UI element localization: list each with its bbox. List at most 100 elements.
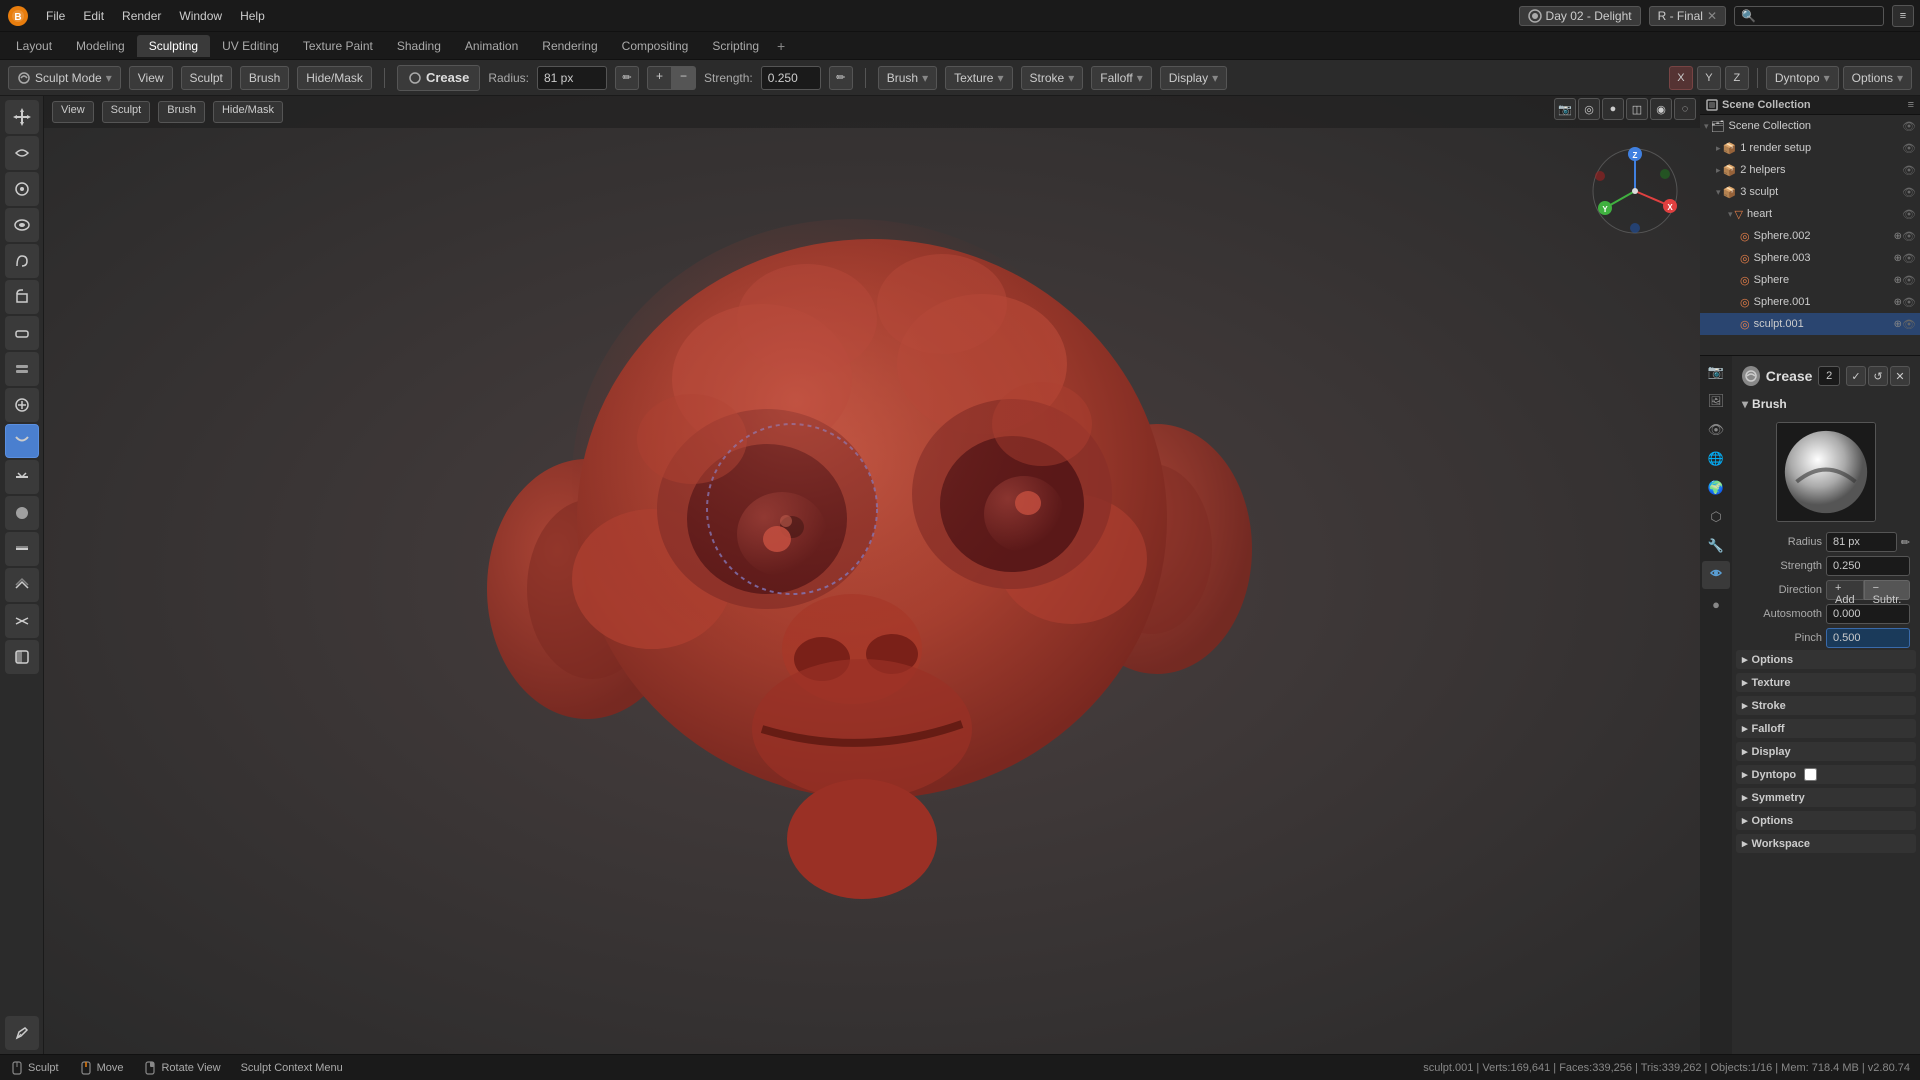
- tool-grab[interactable]: [5, 172, 39, 206]
- tool-thumb[interactable]: [5, 280, 39, 314]
- tool-scrape[interactable]: [5, 532, 39, 566]
- options-btn[interactable]: Options▾: [1843, 66, 1912, 90]
- outliner-row-heart[interactable]: ▾ ▽ heart 👁: [1700, 203, 1920, 225]
- radius-input[interactable]: [537, 66, 607, 90]
- viewport-camera-ortho-icon[interactable]: 📷: [1554, 98, 1576, 120]
- z-mirror-btn[interactable]: Z: [1725, 66, 1749, 90]
- sculpt-button[interactable]: Sculpt: [181, 66, 232, 90]
- tool-clay[interactable]: [5, 316, 39, 350]
- viewport-hidemask-btn[interactable]: Hide/Mask: [213, 101, 283, 123]
- render-setup-eye-icon[interactable]: 👁: [1902, 142, 1916, 155]
- helpers-eye-icon[interactable]: 👁: [1902, 164, 1916, 177]
- tool-snake-hook[interactable]: [5, 244, 39, 278]
- tool-smooth[interactable]: [5, 136, 39, 170]
- outliner-row-helpers[interactable]: ▸ 📦 2 helpers 👁: [1700, 159, 1920, 181]
- outliner-row-scene[interactable]: ▾ 🗂 Scene Collection 👁: [1700, 115, 1920, 137]
- props-object-tab[interactable]: ⬡: [1702, 503, 1730, 531]
- tab-animation[interactable]: Animation: [453, 35, 530, 57]
- view-button[interactable]: View: [129, 66, 173, 90]
- viewport-render-icon[interactable]: ◎: [1578, 98, 1600, 120]
- falloff-section-header[interactable]: ▸ Falloff: [1736, 719, 1916, 738]
- props-view-tab[interactable]: 👁: [1702, 416, 1730, 444]
- tool-crease[interactable]: [5, 424, 39, 458]
- tool-annotate[interactable]: [5, 1016, 39, 1050]
- tool-pinch[interactable]: [5, 604, 39, 638]
- viewport-solid-icon[interactable]: ◉: [1650, 98, 1672, 120]
- outliner-row-sphere[interactable]: ◎ Sphere ⊕ 👁: [1700, 269, 1920, 291]
- close-icon[interactable]: ✕: [1707, 9, 1717, 23]
- props-world-tab[interactable]: 🌍: [1702, 474, 1730, 502]
- tab-layout[interactable]: Layout: [4, 35, 64, 57]
- dyntopo-section-header[interactable]: ▸ Dyntopo: [1736, 765, 1916, 784]
- add-button[interactable]: +: [647, 66, 672, 90]
- texture-section-header[interactable]: ▸ Texture: [1736, 673, 1916, 692]
- tab-shading[interactable]: Shading: [385, 35, 453, 57]
- tab-uv-editing[interactable]: UV Editing: [210, 35, 291, 57]
- x-mirror-btn[interactable]: X: [1669, 66, 1693, 90]
- outliner-row-sphere003[interactable]: ◎ Sphere.003 ⊕ 👁: [1700, 247, 1920, 269]
- tool-elastic-grab[interactable]: [5, 208, 39, 242]
- sphere003-eye-icon[interactable]: 👁: [1902, 252, 1916, 265]
- direction-add-button[interactable]: + Add: [1826, 580, 1864, 600]
- tool-transform[interactable]: [5, 100, 39, 134]
- filter-icon-btn[interactable]: ≡: [1892, 5, 1914, 27]
- viewport-material-icon[interactable]: ●: [1602, 98, 1624, 120]
- outliner-filter-icon[interactable]: ≡: [1908, 99, 1914, 111]
- radius-prop-value[interactable]: 81 px: [1826, 532, 1897, 552]
- stroke-section-header[interactable]: ▸ Stroke: [1736, 696, 1916, 715]
- autosmooth-value[interactable]: 0.000: [1826, 604, 1910, 624]
- outliner-row-sphere001[interactable]: ◎ Sphere.001 ⊕ 👁: [1700, 291, 1920, 313]
- menu-edit[interactable]: Edit: [75, 7, 112, 25]
- sphere002-eye-icon[interactable]: 👁: [1902, 230, 1916, 243]
- viewport-wireframe-icon[interactable]: ◫: [1626, 98, 1648, 120]
- display-dropdown[interactable]: Display▾: [1160, 66, 1227, 90]
- tool-clay-strips[interactable]: [5, 352, 39, 386]
- tab-compositing[interactable]: Compositing: [610, 35, 701, 57]
- crease-check-btn[interactable]: ✓: [1846, 366, 1866, 386]
- outliner-row-sphere002[interactable]: ◎ Sphere.002 ⊕ 👁: [1700, 225, 1920, 247]
- mode-selector[interactable]: Sculpt Mode ▾: [8, 66, 121, 90]
- sculpt-eye-icon[interactable]: 👁: [1902, 186, 1916, 199]
- search-bar[interactable]: 🔍: [1734, 6, 1884, 26]
- y-mirror-btn[interactable]: Y: [1697, 66, 1721, 90]
- props-data-tab[interactable]: [1702, 561, 1730, 589]
- scene-eye-icon[interactable]: 👁: [1902, 120, 1916, 133]
- menu-help[interactable]: Help: [232, 7, 273, 25]
- radius-edit-icon[interactable]: ✏: [1901, 536, 1910, 549]
- viewport-sculpt-btn[interactable]: Sculpt: [102, 101, 151, 123]
- symmetry-section-header[interactable]: ▸ Symmetry: [1736, 788, 1916, 807]
- menu-window[interactable]: Window: [171, 7, 230, 25]
- tool-mask[interactable]: [5, 640, 39, 674]
- brush-dropdown[interactable]: Brush▾: [878, 66, 937, 90]
- tool-flatten[interactable]: [5, 460, 39, 494]
- strength-input[interactable]: [761, 66, 821, 90]
- stroke-dropdown[interactable]: Stroke▾: [1021, 66, 1084, 90]
- props-scene-tab[interactable]: 🌐: [1702, 445, 1730, 473]
- sculpt001-eye-icon[interactable]: 👁: [1902, 318, 1916, 331]
- brush-button[interactable]: Brush: [240, 66, 289, 90]
- viewport[interactable]: View Sculpt Brush Hide/Mask 📷 ◎ ● ◫ ◉ ◌: [44, 96, 1700, 1054]
- radius-pen-icon[interactable]: ✏: [615, 66, 639, 90]
- outliner-row-sculpt001[interactable]: ◎ sculpt.001 ⊕ 👁: [1700, 313, 1920, 335]
- falloff-dropdown[interactable]: Falloff▾: [1091, 66, 1152, 90]
- display-section-header[interactable]: ▸ Display: [1736, 742, 1916, 761]
- dyntopo-btn[interactable]: Dyntopo▾: [1766, 66, 1839, 90]
- tab-scripting[interactable]: Scripting: [700, 35, 771, 57]
- dyntopo-checkbox[interactable]: [1804, 768, 1817, 781]
- viewport-view-btn[interactable]: View: [52, 101, 94, 123]
- strength-prop-value[interactable]: 0.250: [1826, 556, 1910, 576]
- crease-num[interactable]: 2: [1818, 366, 1840, 386]
- outliner-row-sculpt[interactable]: ▾ 📦 3 sculpt 👁: [1700, 181, 1920, 203]
- crease-close-btn[interactable]: ✕: [1890, 366, 1910, 386]
- menu-file[interactable]: File: [38, 7, 73, 25]
- direction-subtract-button[interactable]: − Subtr.: [1864, 580, 1911, 600]
- sphere001-eye-icon[interactable]: 👁: [1902, 296, 1916, 309]
- tab-sculpting[interactable]: Sculpting: [137, 35, 210, 57]
- viewport-xray-icon[interactable]: ◌: [1674, 98, 1696, 120]
- strength-pen-icon[interactable]: ✏: [829, 66, 853, 90]
- texture-dropdown[interactable]: Texture▾: [945, 66, 1012, 90]
- props-render-tab[interactable]: 📷: [1702, 358, 1730, 386]
- pinch-value[interactable]: 0.500: [1826, 628, 1910, 648]
- props-modifier-tab[interactable]: 🔧: [1702, 532, 1730, 560]
- viewport-brush-btn[interactable]: Brush: [158, 101, 205, 123]
